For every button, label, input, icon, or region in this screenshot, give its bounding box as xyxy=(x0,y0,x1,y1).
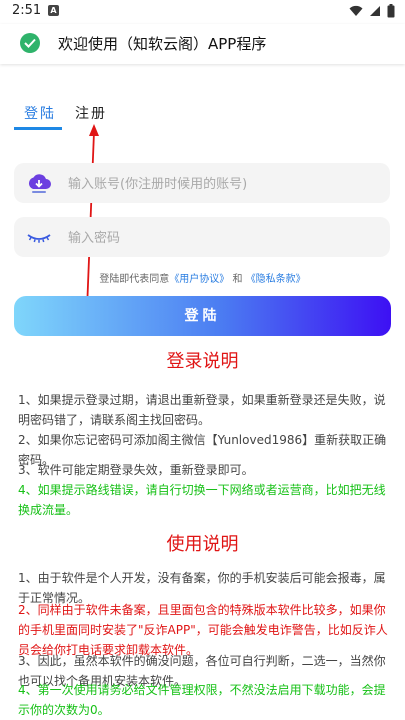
cloud-download-icon xyxy=(28,174,51,193)
password-input[interactable] xyxy=(66,217,370,259)
battery-icon xyxy=(387,4,395,18)
wifi-icon xyxy=(349,5,363,16)
login-note-4: 4、如果提示路线错误，请自行切换一下网络或者运营商，比如把无线换成流量。 xyxy=(18,483,386,517)
banner-title: 欢迎使用（知软云阁）APP程序 xyxy=(58,35,267,53)
privacy-policy-link[interactable]: 《隐私条款》 xyxy=(246,274,306,285)
status-icons xyxy=(349,4,395,18)
usage-notes-title: 使用说明 xyxy=(166,534,239,555)
notification-icon: A xyxy=(48,5,59,16)
account-field[interactable] xyxy=(14,163,390,205)
login-button[interactable]: 登陆 xyxy=(14,296,391,336)
login-notes-title: 登录说明 xyxy=(166,351,239,372)
check-circle-icon xyxy=(20,33,40,53)
login-note-3: 3、软件可能定期登录失效，重新登录即可。 xyxy=(18,463,254,477)
status-time: 2:51 xyxy=(12,3,42,18)
active-tab-indicator xyxy=(14,127,62,130)
tab-login[interactable]: 登陆 xyxy=(24,103,56,123)
status-bar: 2:51 A xyxy=(0,0,405,24)
signal-icon xyxy=(370,6,380,16)
login-note-1: 1、如果提示登录过期，请退出重新登录，如果重新登录还是失败，说明密码错了，请联系… xyxy=(18,393,386,427)
account-input[interactable] xyxy=(66,163,370,205)
welcome-banner: 欢迎使用（知软云阁）APP程序 xyxy=(0,24,405,64)
eye-closed-icon xyxy=(27,234,51,243)
agree-and: 和 xyxy=(232,274,243,285)
password-field[interactable] xyxy=(14,217,390,259)
agree-prefix: 登陆即代表同意 xyxy=(99,274,170,285)
agreement-line: 登陆即代表同意《用户协议》 和 《隐私条款》 xyxy=(0,270,405,285)
user-agreement-link[interactable]: 《用户协议》 xyxy=(169,274,229,285)
usage-note-4: 4、第一次使用请务必给文件管理权限，不然没法启用下载功能，会提示你的次数为0。 xyxy=(18,683,386,717)
tab-register[interactable]: 注册 xyxy=(75,103,107,123)
